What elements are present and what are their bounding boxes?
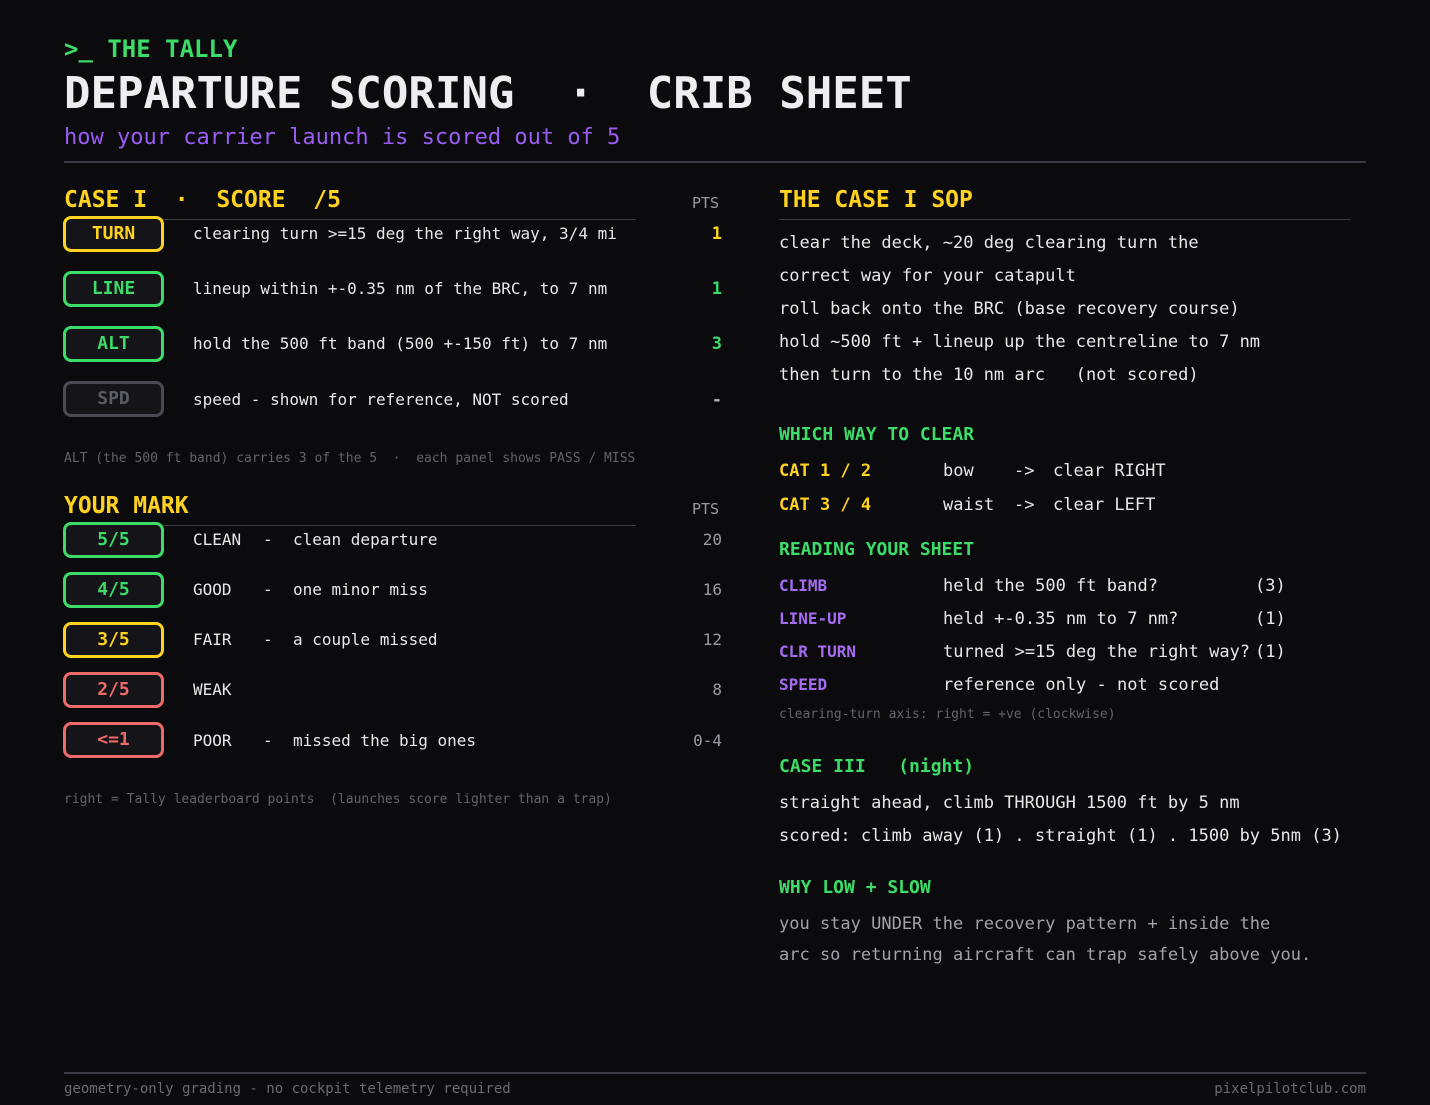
reading-pts: (1)	[1255, 609, 1286, 629]
grade-sep: -	[263, 580, 273, 599]
mark-pts-header: PTS	[692, 500, 720, 518]
grade-pts: 12	[702, 630, 722, 649]
alt-badge: ALT	[63, 326, 164, 362]
brand-label: >_ THE TALLY	[64, 35, 238, 63]
score-section-title: CASE I · SCORE /5	[64, 187, 341, 213]
grade-desc: one minor miss	[293, 580, 428, 599]
score-row-pts: 1	[711, 224, 722, 244]
score-row-pts: 1	[711, 279, 722, 299]
cat-position: waist	[943, 495, 995, 515]
grade-sep: -	[263, 731, 273, 750]
reading-pts: (1)	[1255, 642, 1286, 662]
grade-badge: 2/5	[63, 672, 164, 708]
grade-desc: missed the big ones	[293, 731, 477, 750]
footer-note: geometry-only grading - no cockpit telem…	[64, 1081, 511, 1097]
page-subtitle: how your carrier launch is scored out of…	[64, 125, 621, 150]
footer-site: pixelpilotclub.com	[1214, 1081, 1366, 1097]
reading-text: turned >=15 deg the right way?	[943, 642, 1251, 662]
score-row-pts: -	[711, 390, 722, 410]
case3-line: straight ahead, climb THROUGH 1500 ft by…	[779, 793, 1240, 813]
grade-badge: 4/5	[63, 572, 164, 608]
score-row-text: speed - shown for reference, NOT scored	[193, 390, 569, 409]
cat-label: CAT 1 / 2	[779, 461, 872, 481]
arrow-label: ->	[1014, 461, 1035, 481]
footer-divider	[64, 1072, 1366, 1074]
sop-line: clear the deck, ~20 deg clearing turn th…	[779, 233, 1199, 253]
grade-sep: -	[263, 530, 273, 549]
why-line: you stay UNDER the recovery pattern + in…	[779, 914, 1271, 934]
mark-note: right = Tally leaderboard points (launch…	[64, 792, 612, 807]
sop-line: roll back onto the BRC (base recovery co…	[779, 299, 1240, 319]
sop-line: hold ~500 ft + lineup up the centreline …	[779, 332, 1261, 352]
header-divider	[64, 161, 1366, 163]
grade-label: FAIR	[193, 630, 232, 649]
grade-pts: 8	[712, 680, 722, 699]
cat-position: bow	[943, 461, 974, 481]
grade-desc: a couple missed	[293, 630, 438, 649]
case3-line: scored: climb away (1) . straight (1) . …	[779, 826, 1342, 846]
score-pts-header: PTS	[692, 194, 720, 212]
grade-pts: 0-4	[693, 731, 722, 750]
why-line: arc so returning aircraft can trap safel…	[779, 945, 1312, 965]
spd-badge: SPD	[63, 381, 164, 417]
cat-action: clear LEFT	[1053, 495, 1156, 515]
reading-note: clearing-turn axis: right = +ve (clockwi…	[779, 707, 1116, 722]
score-row-text: lineup within +-0.35 nm of the BRC, to 7…	[193, 279, 608, 298]
sop-divider	[779, 219, 1351, 220]
reading-label: CLIMB	[779, 576, 828, 595]
score-row-text: clearing turn >=15 deg the right way, 3/…	[193, 224, 617, 243]
grade-pts: 16	[702, 580, 722, 599]
score-row-pts: 3	[711, 334, 722, 354]
reading-text: held the 500 ft band?	[943, 576, 1158, 596]
which-way-title: WHICH WAY TO CLEAR	[779, 424, 975, 445]
reading-pts: (3)	[1255, 576, 1286, 596]
grade-badge: <=1	[63, 722, 164, 758]
line-badge: LINE	[63, 271, 164, 307]
score-note: ALT (the 500 ft band) carries 3 of the 5…	[64, 451, 636, 466]
grade-sep: -	[263, 630, 273, 649]
score-row-text: hold the 500 ft band (500 +-150 ft) to 7…	[193, 334, 608, 353]
grade-badge: 3/5	[63, 622, 164, 658]
grade-label: GOOD	[193, 580, 232, 599]
sop-title: THE CASE I SOP	[779, 187, 973, 213]
arrow-label: ->	[1014, 495, 1035, 515]
reading-text: held +-0.35 nm to 7 nm?	[943, 609, 1179, 629]
why-title: WHY LOW + SLOW	[779, 877, 931, 898]
mark-section-title: YOUR MARK	[64, 493, 189, 519]
sop-line: correct way for your catapult	[779, 266, 1076, 286]
grade-badge: 5/5	[63, 522, 164, 558]
grade-label: CLEAN	[193, 530, 242, 549]
reading-label: CLR TURN	[779, 642, 857, 661]
page-title: DEPARTURE SCORING · CRIB SHEET	[64, 68, 912, 119]
turn-badge: TURN	[63, 216, 164, 252]
grade-label: POOR	[193, 731, 232, 750]
case3-title: CASE III (night)	[779, 756, 975, 777]
grade-label: WEAK	[193, 680, 232, 699]
reading-title: READING YOUR SHEET	[779, 539, 975, 560]
reading-text: reference only - not scored	[943, 675, 1220, 695]
reading-label: LINE-UP	[779, 609, 847, 628]
cat-label: CAT 3 / 4	[779, 495, 872, 515]
cat-action: clear RIGHT	[1053, 461, 1166, 481]
sop-line: then turn to the 10 nm arc (not scored)	[779, 365, 1199, 385]
reading-label: SPEED	[779, 675, 828, 694]
grade-desc: clean departure	[293, 530, 438, 549]
grade-pts: 20	[702, 530, 722, 549]
